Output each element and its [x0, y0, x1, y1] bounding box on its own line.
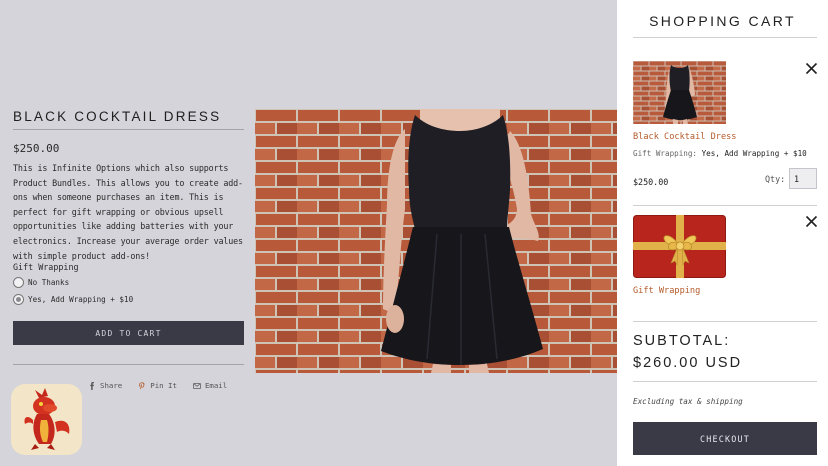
share-email-link[interactable]: Email	[193, 381, 227, 390]
add-to-cart-button[interactable]: ADD TO CART	[13, 321, 244, 345]
cart-title: SHOPPING CART	[649, 13, 796, 29]
facebook-icon	[90, 381, 94, 390]
cart-item-dress-option: Gift Wrapping: Yes, Add Wrapping + $10	[633, 149, 807, 158]
option-no-thanks-label: No Thanks	[28, 278, 70, 287]
share-links: Share Pin It Email	[88, 381, 227, 390]
share-facebook-link[interactable]: Share	[88, 381, 122, 390]
cart-title-divider	[633, 37, 817, 38]
cart-item-gift-name[interactable]: Gift Wrapping	[633, 286, 700, 296]
option-value: Yes, Add Wrapping + $10	[701, 149, 807, 158]
share-facebook-label: Share	[100, 381, 123, 390]
checkout-button[interactable]: CHECKOUT	[633, 422, 817, 455]
share-pinterest-link[interactable]: Pin It	[138, 381, 177, 390]
pinterest-icon	[139, 381, 145, 389]
product-image	[255, 109, 617, 373]
cart-item-dress-name[interactable]: Black Cocktail Dress	[633, 132, 736, 142]
tax-note: Excluding tax & shipping	[633, 397, 743, 406]
product-title: BLACK COCKTAIL DRESS	[13, 109, 222, 124]
radio-no-thanks[interactable]	[13, 277, 24, 288]
option-add-wrapping-label: Yes, Add Wrapping + $10	[28, 295, 134, 304]
title-divider	[13, 129, 244, 130]
cart-item-gift-thumbnail[interactable]	[633, 215, 726, 278]
cart-item-dress-thumbnail[interactable]	[633, 61, 726, 124]
subtotal-divider	[633, 321, 817, 322]
remove-gift-wrapping-icon[interactable]	[805, 215, 818, 228]
share-pinterest-label: Pin It	[150, 381, 177, 390]
cart-item-divider	[633, 205, 817, 206]
radio-add-wrapping[interactable]	[13, 294, 24, 305]
remove-dress-icon[interactable]	[805, 62, 818, 75]
option-add-wrapping[interactable]: Yes, Add Wrapping + $10	[13, 294, 133, 305]
option-name: Gift Wrapping:	[633, 149, 698, 158]
share-email-label: Email	[204, 381, 228, 390]
cart-item-dress-price: $250.00	[633, 177, 669, 187]
shopping-cart-drawer: SHOPPING CART Black Cocktail Dress Gift …	[617, 0, 828, 466]
app-logo-badge	[11, 384, 82, 455]
email-icon	[193, 382, 201, 389]
share-divider	[13, 364, 244, 365]
dragon-icon	[24, 388, 70, 450]
subtotal-label: SUBTOTAL:	[633, 333, 731, 349]
product-description: This is Infinite Options which also supp…	[13, 163, 243, 261]
qty-label: Qty:	[765, 174, 786, 184]
subtotal-value: $260.00 USD	[633, 355, 743, 371]
tax-divider	[633, 381, 817, 382]
option-no-thanks[interactable]: No Thanks	[13, 277, 69, 288]
product-page: BLACK COCKTAIL DRESS $250.00 This is Inf…	[0, 0, 617, 466]
gift-wrapping-option-label: Gift Wrapping	[13, 262, 79, 272]
product-price: $250.00	[13, 142, 60, 155]
qty-input[interactable]	[789, 168, 817, 189]
